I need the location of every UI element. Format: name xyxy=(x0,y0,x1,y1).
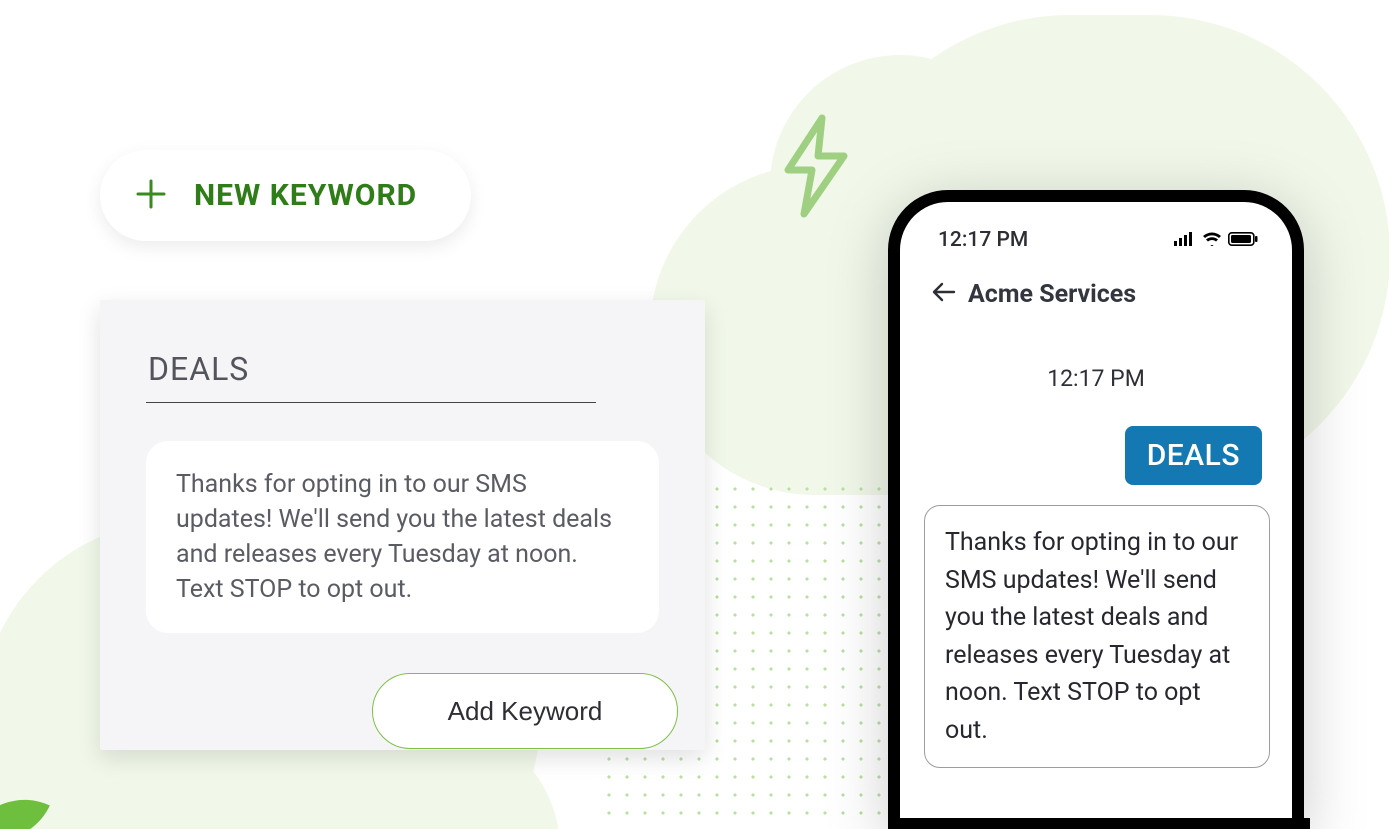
keyword-name-input[interactable] xyxy=(146,344,596,403)
lightning-bolt-icon xyxy=(770,112,860,226)
add-keyword-button[interactable]: Add Keyword xyxy=(372,673,678,749)
cellular-signal-icon xyxy=(1174,228,1196,252)
phone-side-button xyxy=(1304,818,1310,829)
wifi-icon xyxy=(1202,228,1222,252)
keyword-editor-panel: Thanks for opting in to our SMS updates!… xyxy=(100,300,705,750)
conversation-header[interactable]: Acme Services xyxy=(924,262,1268,319)
outgoing-message-bubble: DEALS xyxy=(1125,426,1262,485)
phone-status-time: 12:17 PM xyxy=(938,228,1028,252)
phone-status-bar: 12:17 PM xyxy=(924,226,1268,262)
auto-response-text[interactable]: Thanks for opting in to our SMS updates!… xyxy=(146,441,659,633)
back-arrow-icon[interactable] xyxy=(932,280,956,309)
battery-icon xyxy=(1228,228,1258,252)
phone-mockup: 12:17 PM Acme Services xyxy=(888,190,1304,829)
thread-timestamp: 12:17 PM xyxy=(924,365,1268,392)
new-keyword-label: NEW KEYWORD xyxy=(194,178,417,213)
plus-icon xyxy=(136,179,166,213)
sender-name: Acme Services xyxy=(968,280,1136,309)
new-keyword-button[interactable]: NEW KEYWORD xyxy=(100,150,471,241)
incoming-message-bubble: Thanks for opting in to our SMS updates!… xyxy=(924,505,1270,768)
